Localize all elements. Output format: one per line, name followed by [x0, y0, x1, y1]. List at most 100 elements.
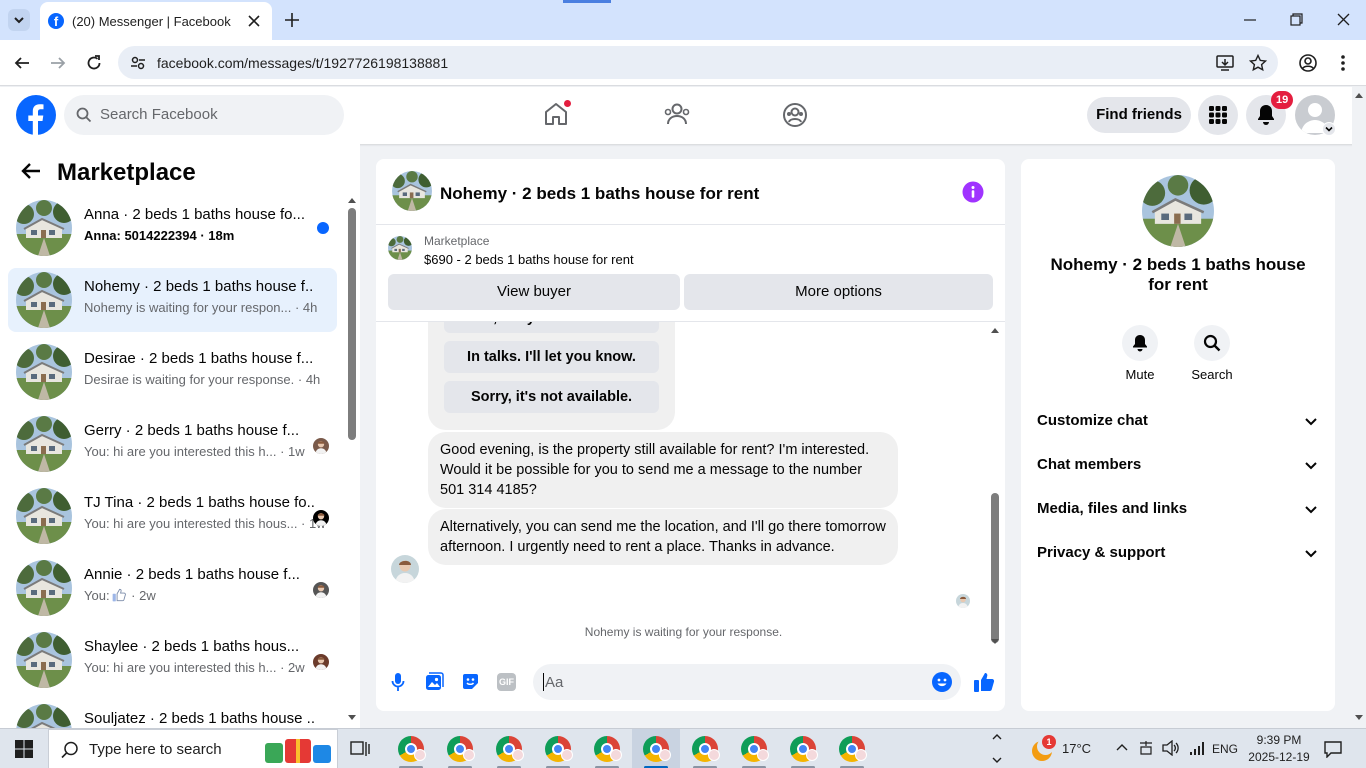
- browser-tab-messenger[interactable]: f (20) Messenger | Facebook: [40, 2, 272, 40]
- profile-picture[interactable]: [1142, 175, 1214, 247]
- forward-arrow-icon[interactable]: [50, 55, 66, 71]
- customize-chat-section[interactable]: Customize chat: [1037, 399, 1319, 443]
- sticker-icon[interactable]: [461, 672, 480, 691]
- chat-title[interactable]: Nohemy · 2 beds 1 baths house for rent: [440, 184, 759, 204]
- emoji-icon[interactable]: [932, 672, 952, 692]
- weather-temperature[interactable]: 17°C: [1062, 741, 1091, 756]
- scroll-down-icon[interactable]: [1354, 714, 1364, 722]
- taskbar-chrome-window[interactable]: [534, 729, 582, 768]
- scrollbar[interactable]: [346, 196, 358, 726]
- clock[interactable]: 9:39 PM 2025-12-19: [1248, 733, 1310, 764]
- scroll-down-icon[interactable]: [990, 638, 1000, 646]
- chat-avatar[interactable]: [392, 171, 432, 211]
- chat-members-section[interactable]: Chat members: [1037, 443, 1319, 487]
- view-buyer-button[interactable]: View buyer: [388, 274, 680, 310]
- listing-thumbnail[interactable]: [388, 236, 412, 260]
- taskbar-chrome-window[interactable]: [632, 729, 680, 768]
- media-files-links-section[interactable]: Media, files and links: [1037, 487, 1319, 531]
- browser-menu-icon[interactable]: [1340, 54, 1346, 72]
- restore-icon[interactable]: [1290, 13, 1303, 26]
- message-bubble[interactable]: Good evening, is the property still avai…: [428, 432, 898, 508]
- volume-icon[interactable]: [1162, 740, 1180, 756]
- windows-start-icon[interactable]: [15, 740, 33, 758]
- conversation-item[interactable]: Nohemy · 2 beds 1 baths house f... Nohemy…: [8, 268, 337, 332]
- person-photo-icon: [391, 555, 419, 583]
- mute-action[interactable]: Mute: [1112, 325, 1168, 382]
- photo-icon[interactable]: [425, 672, 444, 691]
- weather-icon[interactable]: 1: [1030, 735, 1056, 761]
- conversation-item[interactable]: TJ Tina · 2 beds 1 baths house fo... You:…: [8, 484, 337, 548]
- search-action[interactable]: Search: [1184, 325, 1240, 382]
- show-hidden-icons-icon[interactable]: [1116, 743, 1128, 751]
- mute-button[interactable]: [1122, 325, 1158, 361]
- message-input[interactable]: Aa: [533, 664, 961, 700]
- facebook-search-input[interactable]: Search Facebook: [64, 95, 344, 135]
- conversation-item[interactable]: Gerry · 2 beds 1 baths house f... You: hi…: [8, 412, 337, 476]
- facebook-logo-icon[interactable]: [16, 95, 56, 135]
- search-in-chat-button[interactable]: [1194, 325, 1230, 361]
- close-window-icon[interactable]: [1337, 13, 1350, 26]
- menu-grid-button[interactable]: [1198, 95, 1238, 135]
- scroll-up-icon[interactable]: [347, 196, 357, 204]
- gif-button[interactable]: GIF: [497, 673, 516, 691]
- minimize-icon[interactable]: [1244, 14, 1256, 26]
- find-friends-button[interactable]: Find friends: [1087, 97, 1191, 133]
- microphone-icon[interactable]: [391, 672, 405, 692]
- privacy-support-section[interactable]: Privacy & support: [1037, 531, 1319, 575]
- taskbar-chrome-window[interactable]: [828, 729, 876, 768]
- like-thumb-icon[interactable]: [973, 671, 995, 693]
- conversation-item[interactable]: Anna · 2 beds 1 baths house fo... Anna: 5…: [8, 196, 337, 260]
- groups-icon[interactable]: [782, 102, 808, 128]
- bookmark-star-icon[interactable]: [1249, 54, 1267, 72]
- info-icon[interactable]: [962, 181, 984, 203]
- scroll-up-icon[interactable]: [990, 326, 1000, 334]
- taskbar-chrome-window[interactable]: [681, 729, 729, 768]
- chevron-down-icon: [1305, 462, 1317, 470]
- tab-search-button[interactable]: [8, 9, 30, 31]
- reload-icon[interactable]: [86, 55, 102, 71]
- close-tab-icon[interactable]: [247, 14, 261, 28]
- network-icon[interactable]: [1188, 740, 1206, 756]
- quick-reply-yes[interactable]: Yes, are you interested?: [444, 322, 659, 333]
- scroll-down-icon[interactable]: [347, 714, 357, 722]
- site-settings-icon[interactable]: [130, 55, 146, 71]
- back-arrow-icon[interactable]: [14, 55, 30, 71]
- friends-icon[interactable]: [663, 102, 691, 128]
- back-arrow-icon[interactable]: [21, 162, 41, 180]
- taskbar-search-box[interactable]: Type here to search: [48, 729, 338, 768]
- install-app-icon[interactable]: [1216, 54, 1234, 72]
- input-method-icon[interactable]: [1138, 740, 1154, 756]
- conversation-item[interactable]: Souljatez · 2 beds 1 baths house ...: [8, 700, 337, 728]
- taskbar-chrome-window[interactable]: [436, 729, 484, 768]
- address-bar[interactable]: facebook.com/messages/t/1927726198138881: [118, 46, 1278, 79]
- taskbar-chrome-window[interactable]: [387, 729, 435, 768]
- listing-title[interactable]: $690 - 2 beds 1 baths house for rent: [424, 252, 634, 267]
- taskbar-chrome-window[interactable]: [730, 729, 778, 768]
- conversation-item[interactable]: Shaylee · 2 beds 1 baths hous... You: hi …: [8, 628, 337, 692]
- conversation-item[interactable]: Desirae · 2 beds 1 baths house f... Desir…: [8, 340, 337, 404]
- profile-icon[interactable]: [1298, 53, 1318, 73]
- more-options-button[interactable]: More options: [684, 274, 993, 310]
- conversation-item[interactable]: Annie · 2 beds 1 baths house f... You: · …: [8, 556, 337, 620]
- sender-avatar[interactable]: [391, 555, 419, 583]
- taskbar-chrome-window[interactable]: [779, 729, 827, 768]
- taskbar-chrome-window[interactable]: [485, 729, 533, 768]
- scrollbar-thumb[interactable]: [991, 493, 999, 643]
- new-tab-icon[interactable]: [284, 12, 300, 28]
- windows-taskbar: Type here to search 1 17°C ENG 9:39 PM 2…: [0, 728, 1366, 768]
- language-indicator[interactable]: ENG: [1212, 742, 1238, 756]
- quick-reply-not-available[interactable]: Sorry, it's not available.: [444, 381, 659, 413]
- chevron-up-icon[interactable]: [992, 733, 1002, 740]
- taskbar-chrome-window[interactable]: [583, 729, 631, 768]
- chevron-down-icon[interactable]: [992, 757, 1002, 764]
- scroll-up-icon[interactable]: [1354, 91, 1364, 99]
- quick-reply-in-talks[interactable]: In talks. I'll let you know.: [444, 341, 659, 373]
- task-view-icon[interactable]: [350, 739, 370, 759]
- message-bubble[interactable]: Alternatively, you can send me the locat…: [428, 509, 898, 565]
- taskbar-scroll[interactable]: [988, 729, 1006, 768]
- scrollbar-thumb[interactable]: [348, 208, 356, 440]
- account-dropdown[interactable]: [1322, 122, 1336, 136]
- notification-center-icon[interactable]: [1324, 740, 1342, 758]
- page-scrollbar[interactable]: [1352, 87, 1366, 728]
- tab-title: (20) Messenger | Facebook: [72, 14, 231, 29]
